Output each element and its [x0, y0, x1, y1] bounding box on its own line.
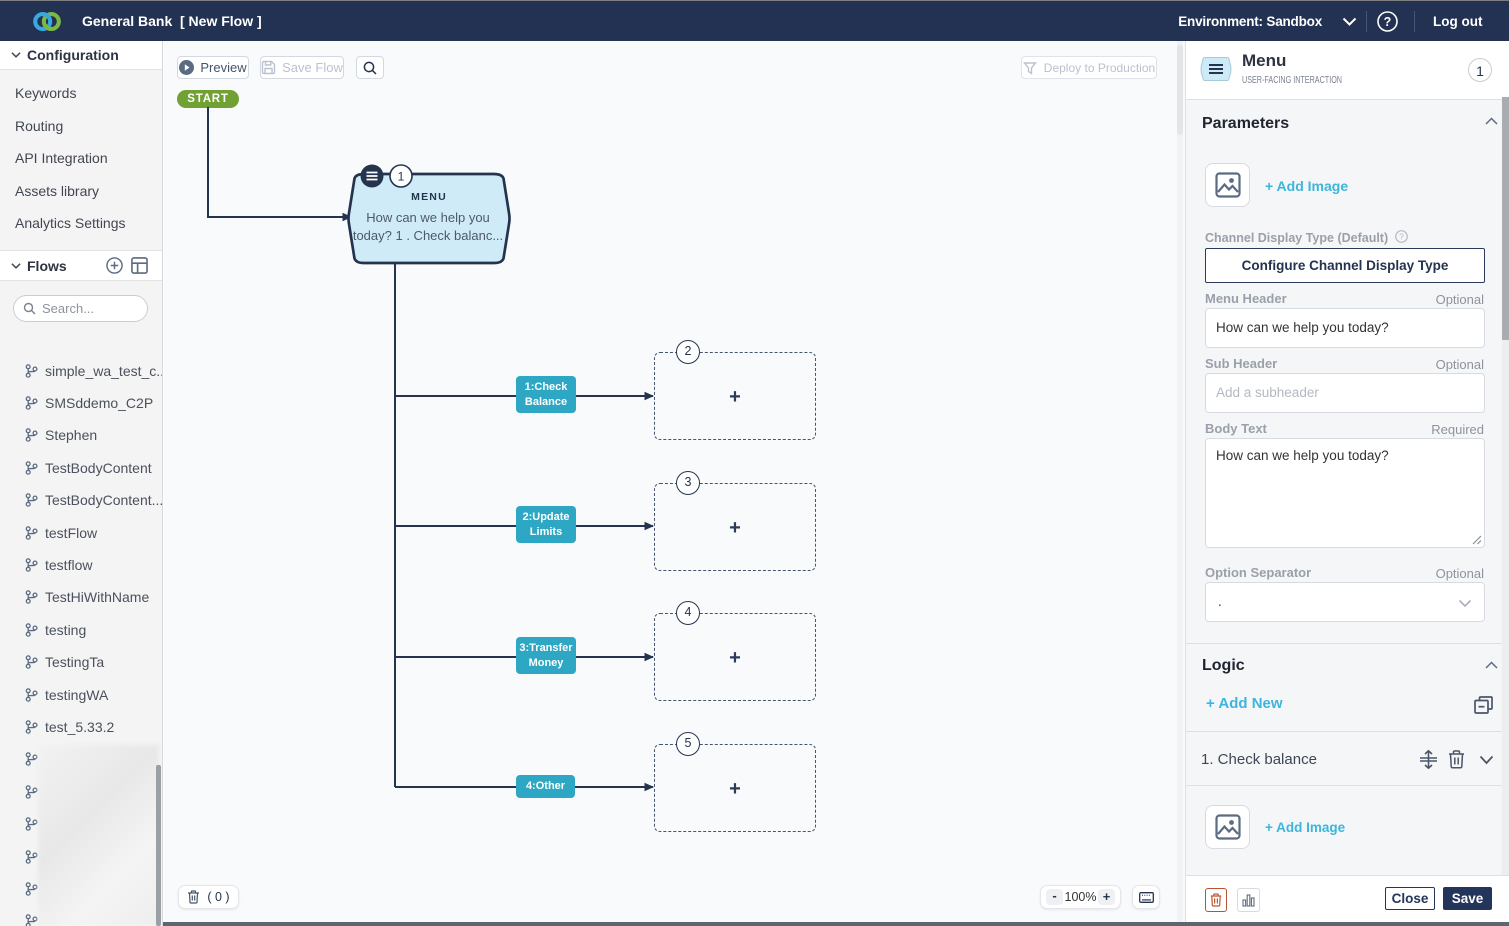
svg-text:?: ?: [1384, 15, 1392, 29]
svg-text:today? 1 . Check balanc...: today? 1 . Check balanc...: [353, 228, 503, 243]
svg-text:1: 1: [398, 170, 405, 184]
svg-text:MENU: MENU: [411, 191, 447, 203]
svg-text:How can we help you: How can we help you: [366, 210, 490, 225]
svg-text:?: ?: [1399, 232, 1404, 242]
